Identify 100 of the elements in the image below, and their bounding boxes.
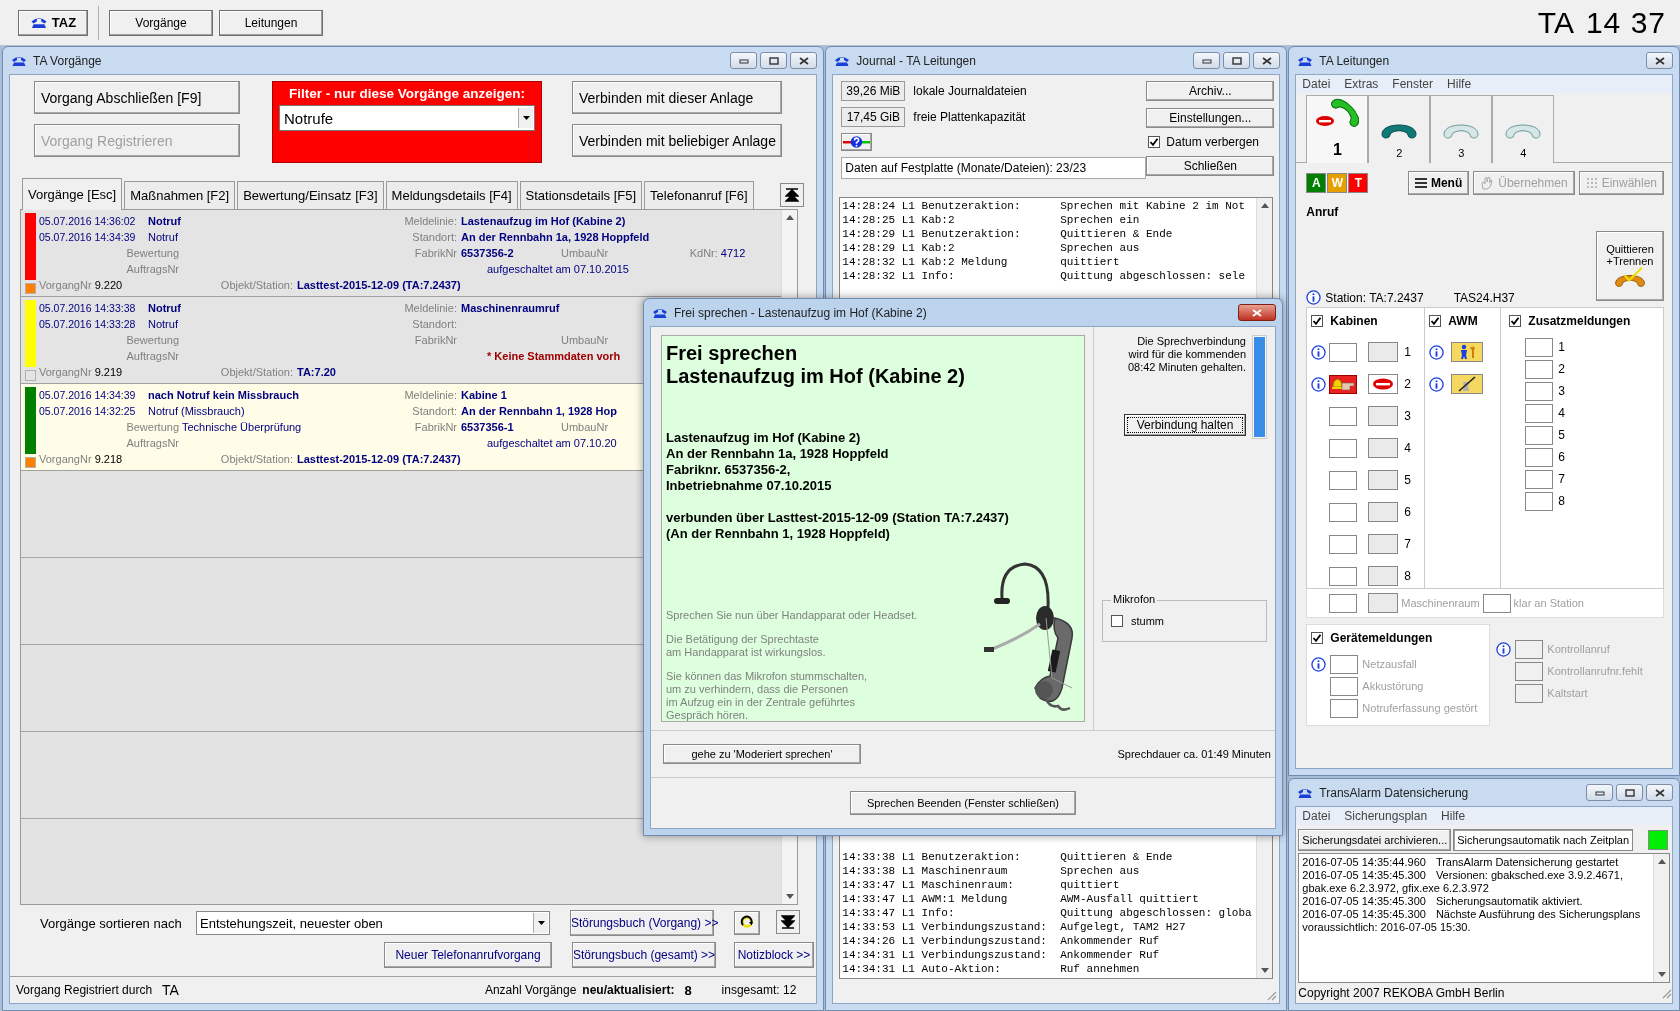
status-indicator <box>1330 698 1359 718</box>
hold-connection-button[interactable]: Verbindung halten <box>1124 414 1246 436</box>
maximize-button[interactable] <box>1616 784 1643 801</box>
double-arrow-down-icon <box>781 915 796 929</box>
device-label: TAS24.H37 <box>1453 291 1515 305</box>
menu-item[interactable]: Extras <box>1344 77 1379 91</box>
maximize-icon <box>1231 56 1242 65</box>
close-button[interactable] <box>1253 52 1281 69</box>
taz-button[interactable]: TAZ <box>18 9 88 36</box>
journal-button[interactable]: Einstellungen... <box>1146 108 1275 128</box>
log-detail: Sprechen ein <box>1060 213 1140 227</box>
timestamp: 05.07.2016 14:33:38 <box>38 302 137 314</box>
incident-row[interactable] <box>21 210 782 297</box>
tab[interactable]: Meldungsdetails [F4] <box>385 181 518 209</box>
info-icon[interactable] <box>1306 290 1322 305</box>
resize-grip-icon[interactable] <box>1266 990 1278 1001</box>
backup-button[interactable]: Sicherungsdatei archivieren... <box>1298 829 1452 851</box>
line-tab[interactable]: 4 <box>1492 95 1555 163</box>
checkbox[interactable] <box>1509 315 1522 327</box>
refresh-button[interactable] <box>734 911 760 935</box>
info-icon[interactable] <box>1429 344 1445 360</box>
tab[interactable]: Telefonanruf [F6] <box>644 181 754 209</box>
log-detail: Quittieren & Ende <box>1060 850 1173 864</box>
maintenance-button[interactable] <box>1451 342 1484 362</box>
checkbox[interactable] <box>1311 315 1324 327</box>
end-talk-button[interactable]: Sprechen Beenden (Fenster schließen) <box>850 791 1076 815</box>
field-value: 9.219 <box>94 366 123 378</box>
close-journal-button[interactable]: Schließen <box>1146 156 1275 176</box>
acknowledge-button[interactable]: Quittieren +Trennen <box>1596 231 1664 301</box>
line-tab[interactable]: 1 <box>1306 95 1369 163</box>
link-button[interactable]: Notizblock >> <box>734 942 814 968</box>
event-title: Notruf <box>148 318 179 330</box>
tab[interactable]: Stationsdetails [F5] <box>519 181 643 209</box>
field-label: Standort: <box>411 405 457 417</box>
menu-item[interactable]: Sicherungsplan <box>1344 809 1428 823</box>
scroll-top-button[interactable] <box>780 183 805 207</box>
backup-button[interactable]: Sicherungsautomatik nach Zeitplan <box>1453 829 1634 851</box>
checkbox[interactable] <box>1311 632 1324 644</box>
talk-button[interactable] <box>1368 534 1399 554</box>
cabin-number: 1 <box>1404 345 1411 359</box>
menu-item[interactable]: Datei <box>1302 809 1331 823</box>
maintenance-button[interactable] <box>1451 374 1484 394</box>
tab[interactable]: Vorgänge [Esc] <box>22 178 123 210</box>
talk-button[interactable] <box>1368 374 1399 394</box>
group-title: Mikrofon <box>1111 593 1158 605</box>
group-title: Kabinen <box>1330 314 1378 328</box>
action-button[interactable]: Vorgang Abschließen [F9] <box>34 81 240 114</box>
checkbox[interactable] <box>1429 315 1442 327</box>
maximize-button[interactable] <box>760 52 788 69</box>
talk-button[interactable] <box>1368 406 1399 426</box>
scroll-up-icon <box>1260 203 1269 208</box>
menu-item[interactable]: Hilfe <box>1447 77 1472 91</box>
menu-item[interactable]: Hilfe <box>1441 809 1466 823</box>
tab[interactable]: Maßnahmen [F2] <box>124 181 236 209</box>
checkbox[interactable] <box>1111 615 1123 627</box>
close-button[interactable] <box>790 52 818 69</box>
info-icon[interactable] <box>1429 376 1445 392</box>
talk-button[interactable] <box>1368 438 1399 458</box>
line-action-button[interactable]: Menü <box>1407 171 1470 195</box>
journal-button[interactable]: Archiv... <box>1146 81 1275 101</box>
info-icon[interactable] <box>1311 344 1327 360</box>
talk-button[interactable] <box>1368 342 1399 362</box>
filter-dropdown[interactable]: Notrufe <box>279 105 535 131</box>
line-tab[interactable]: 3 <box>1430 95 1493 163</box>
minimize-button[interactable] <box>1586 784 1613 801</box>
nav-button[interactable]: Leitungen <box>219 9 323 36</box>
menu-item[interactable]: Datei <box>1302 77 1331 91</box>
tab[interactable]: Bewertung/Einsatz [F3] <box>237 181 384 209</box>
connect-button[interactable]: Verbinden mit beliebiger Anlage <box>572 124 782 157</box>
resize-grip-icon[interactable] <box>1661 987 1672 999</box>
window-title: TransAlarm Datensicherung <box>1319 785 1469 800</box>
connection-question-icon <box>842 135 872 149</box>
minimize-button[interactable] <box>730 52 758 69</box>
scroll-bottom-button[interactable] <box>776 910 801 934</box>
nav-button[interactable]: Vorgänge <box>109 9 213 36</box>
scrollbar[interactable] <box>1653 854 1669 982</box>
status-letter: A <box>1306 173 1327 193</box>
close-button[interactable] <box>1238 304 1276 321</box>
minimize-button[interactable] <box>1193 52 1221 69</box>
log-detail: Quittieren & Ende <box>1060 227 1173 241</box>
connection-status-button[interactable] <box>841 133 873 151</box>
menu-item[interactable]: Fenster <box>1392 77 1434 91</box>
checkbox[interactable] <box>1148 136 1161 148</box>
status-indicator <box>1515 639 1544 659</box>
talk-button[interactable] <box>1368 566 1399 586</box>
talk-button[interactable] <box>1368 593 1399 613</box>
talk-button[interactable] <box>1368 502 1399 522</box>
line-tab[interactable]: 2 <box>1368 95 1431 163</box>
close-button[interactable] <box>1646 784 1673 801</box>
connect-button[interactable]: Verbinden mit dieser Anlage <box>572 81 782 114</box>
moderated-talk-button[interactable]: gehe zu 'Moderiert sprechen' <box>663 744 861 764</box>
filter-title: Filter - nur diese Vorgänge anzeigen: <box>287 86 526 101</box>
talk-button[interactable] <box>1368 470 1399 490</box>
sort-dropdown[interactable]: Entstehungszeit, neuester oben <box>196 911 550 935</box>
close-button[interactable] <box>1646 52 1673 69</box>
link-button[interactable]: Neuer Telefonanrufvorgang <box>384 942 552 968</box>
link-button[interactable]: Störungsbuch (gesamt) >> <box>572 942 716 968</box>
log-entry: 14:33:38 L1 Benutzeraktion: <box>842 850 1022 864</box>
info-icon[interactable] <box>1311 376 1327 392</box>
maximize-button[interactable] <box>1223 52 1251 69</box>
